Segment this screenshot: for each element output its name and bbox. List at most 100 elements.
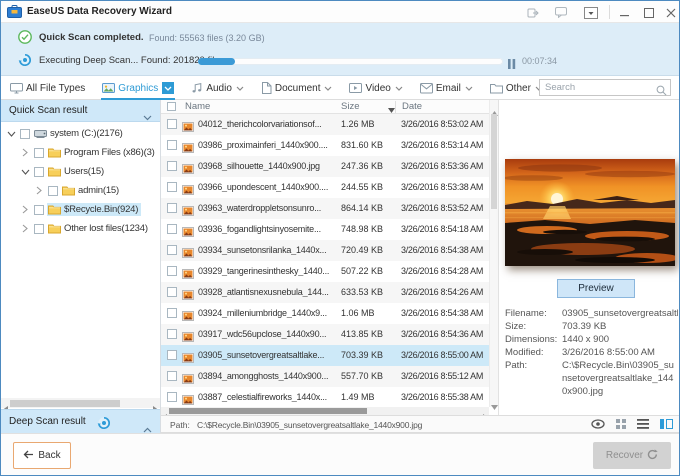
chevron-right-icon[interactable] xyxy=(19,224,31,233)
chevron-right-icon[interactable] xyxy=(33,186,45,195)
detail-value: 3/26/2016 8:55:00 AM xyxy=(562,346,678,359)
scrollbar-thumb[interactable] xyxy=(10,400,120,407)
checkbox[interactable] xyxy=(167,245,177,255)
menu-dropdown-icon[interactable] xyxy=(583,6,599,19)
filter-email[interactable]: Email xyxy=(419,76,474,100)
filter-graphics[interactable]: Graphics xyxy=(101,76,175,100)
select-all-checkbox[interactable] xyxy=(167,102,176,111)
tree-item[interactable]: Users(15) xyxy=(1,162,160,181)
filter-other[interactable]: Other xyxy=(489,76,544,100)
feedback-icon[interactable] xyxy=(553,6,569,19)
chevron-down-icon[interactable] xyxy=(5,131,17,137)
file-row[interactable]: 03963_waterdroppletsonsunro...864.14 KB3… xyxy=(161,198,489,219)
quick-scan-result-header[interactable]: Quick Scan result xyxy=(1,100,160,122)
checkbox[interactable] xyxy=(167,329,177,339)
share-icon[interactable] xyxy=(525,6,541,19)
scroll-down-icon[interactable] xyxy=(491,397,498,415)
search-icon[interactable] xyxy=(656,83,667,101)
tree-item[interactable]: $Recycle.Bin(924) xyxy=(1,200,160,219)
chevron-down-icon[interactable] xyxy=(236,86,244,91)
checkbox[interactable] xyxy=(34,148,44,158)
chevron-down-icon[interactable] xyxy=(324,86,332,91)
file-row[interactable]: 03887_celestialfireworks_1440x...1.49 MB… xyxy=(161,387,489,407)
checkbox[interactable] xyxy=(34,224,44,234)
checkbox[interactable] xyxy=(167,350,177,360)
file-row[interactable]: 03929_tangerinesinthesky_1440...507.22 K… xyxy=(161,261,489,282)
filter-video[interactable]: Video xyxy=(348,76,403,100)
list-horizontal-scrollbar[interactable] xyxy=(161,407,489,415)
checkbox[interactable] xyxy=(167,161,177,171)
scrollbar-thumb[interactable] xyxy=(491,114,497,209)
image-icon xyxy=(102,82,115,94)
filter-document[interactable]: Document xyxy=(260,76,334,100)
thumbnail-view-icon[interactable] xyxy=(616,419,626,429)
checkbox[interactable] xyxy=(167,224,177,234)
filter-label: Audio xyxy=(206,83,232,94)
maximize-button[interactable] xyxy=(641,6,657,19)
file-row[interactable]: 03894_amongghosts_1440x900...557.70 KB3/… xyxy=(161,366,489,387)
column-name[interactable]: Name xyxy=(185,101,210,112)
file-row[interactable]: 03966_upondescent_1440x900....244.55 KB3… xyxy=(161,177,489,198)
chevron-down-icon[interactable] xyxy=(465,86,473,91)
file-row[interactable]: 03936_fogandlightsinyosemite...748.98 KB… xyxy=(161,219,489,240)
file-name: 03928_atlantisnexusnebula_144... xyxy=(198,287,340,297)
checkbox[interactable] xyxy=(167,371,177,381)
email-icon xyxy=(420,83,433,94)
checkbox[interactable] xyxy=(34,167,44,177)
list-vertical-scrollbar[interactable] xyxy=(489,100,498,407)
checkbox[interactable] xyxy=(167,140,177,150)
checkbox[interactable] xyxy=(167,119,177,129)
tree-item[interactable]: Other lost files(1234) xyxy=(1,219,160,238)
search-input[interactable] xyxy=(543,80,653,95)
file-row[interactable]: 03924_milleniumbridge_1440x9...1.06 MB3/… xyxy=(161,303,489,324)
checkbox[interactable] xyxy=(167,287,177,297)
tree-item-label: Program Files (x86)(3) xyxy=(47,146,158,159)
chevron-right-icon[interactable] xyxy=(19,205,31,214)
minimize-button[interactable] xyxy=(617,6,633,19)
chevron-right-icon[interactable] xyxy=(19,148,31,157)
checkbox[interactable] xyxy=(167,203,177,213)
back-button[interactable]: Back xyxy=(13,442,71,469)
checkbox[interactable] xyxy=(34,205,44,215)
chevron-down-icon[interactable] xyxy=(19,169,31,175)
tree-item[interactable]: admin(15) xyxy=(1,181,160,200)
titlebar: EaseUS Data Recovery Wizard xyxy=(1,1,679,23)
path-bar: Path: C:\$Recycle.Bin\03905_sunsetovergr… xyxy=(161,415,680,433)
file-row[interactable]: 03905_sunsetovergreatsaltlake...703.39 K… xyxy=(161,345,489,366)
column-size[interactable]: Size xyxy=(341,101,359,112)
file-date: 3/26/2016 8:54:26 AM xyxy=(401,287,489,297)
folder-icon xyxy=(48,223,61,234)
checkbox[interactable] xyxy=(20,129,30,139)
file-row[interactable]: 04012_therichcolorvariationsof...1.26 MB… xyxy=(161,114,489,135)
checkbox[interactable] xyxy=(167,266,177,276)
pause-icon[interactable] xyxy=(508,56,516,66)
file-row[interactable]: 03986_proximainferi_1440x900....831.60 K… xyxy=(161,135,489,156)
checkbox[interactable] xyxy=(167,182,177,192)
list-view-icon[interactable] xyxy=(637,419,649,429)
file-date: 3/26/2016 8:53:38 AM xyxy=(401,182,489,192)
file-row[interactable]: 03928_atlantisnexusnebula_144...633.53 K… xyxy=(161,282,489,303)
chevron-down-icon[interactable] xyxy=(395,86,403,91)
file-row[interactable]: 03968_silhouette_1440x900.jpg247.36 KB3/… xyxy=(161,156,489,177)
deep-scan-result-header[interactable]: Deep Scan result xyxy=(1,409,160,433)
file-row[interactable]: 03917_wdc56upclose_1440x90...413.85 KB3/… xyxy=(161,324,489,345)
tree-item[interactable]: system (C:)(2176) xyxy=(1,124,160,143)
filter-all-file-types[interactable]: All File Types xyxy=(9,76,86,100)
checkbox[interactable] xyxy=(48,186,58,196)
recover-button[interactable]: Recover xyxy=(593,442,671,469)
filter-audio[interactable]: Audio xyxy=(190,76,245,100)
checkbox[interactable] xyxy=(167,308,177,318)
preview-button[interactable]: Preview xyxy=(557,279,635,298)
preview-eye-icon[interactable] xyxy=(591,419,605,429)
details-view-icon[interactable] xyxy=(660,419,673,429)
dropdown-icon[interactable] xyxy=(162,82,174,94)
file-size: 244.55 KB xyxy=(341,182,387,192)
tree-horizontal-scrollbar[interactable] xyxy=(1,398,160,408)
file-type-filters: All File Types Graphics Audio Document Video… xyxy=(9,76,544,100)
close-button[interactable] xyxy=(663,6,679,19)
file-row[interactable]: 03934_sunsetonsrilanka_1440x...720.49 KB… xyxy=(161,240,489,261)
checkbox[interactable] xyxy=(167,392,177,402)
tree-item[interactable]: Program Files (x86)(3) xyxy=(1,143,160,162)
column-date[interactable]: Date xyxy=(402,101,422,112)
scrollbar-thumb[interactable] xyxy=(169,408,367,414)
